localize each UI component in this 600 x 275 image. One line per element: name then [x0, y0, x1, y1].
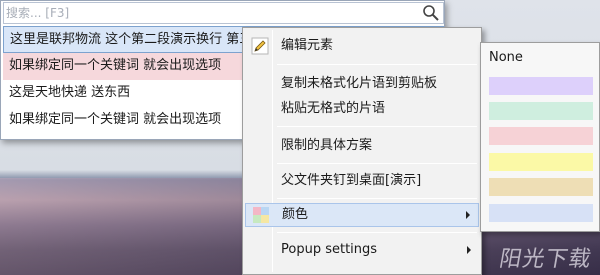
color-none-option[interactable]: None — [489, 50, 523, 65]
menu-separator — [277, 163, 477, 164]
menu-separator — [277, 126, 477, 127]
menu-item-copy-unformatted[interactable]: 复制未格式化片语到剪贴板 — [245, 72, 479, 96]
menu-item-popup-settings[interactable]: Popup settings — [245, 238, 479, 262]
watermark: 阳光下载 — [497, 247, 594, 272]
color-swatch-yellow[interactable] — [489, 153, 593, 171]
menu-item-edit[interactable]: 编辑元素 — [245, 34, 479, 58]
submenu-arrow-icon — [467, 246, 471, 254]
color-swatch-pink[interactable] — [489, 127, 593, 145]
menu-label-popup-settings: Popup settings — [281, 242, 378, 257]
menu-separator — [277, 232, 477, 233]
color-swatch-tan[interactable] — [489, 178, 593, 196]
context-menu: 编辑元素 复制未格式化片语到剪贴板 粘贴无格式的片语 限制的具体方案 父文件夹钉… — [242, 27, 482, 275]
menu-label-edit: 编辑元素 — [281, 38, 334, 53]
color-swatch-purple[interactable] — [489, 77, 593, 95]
menu-label-restrict-scheme: 限制的具体方案 — [281, 138, 373, 153]
menu-item-paste-plain[interactable]: 粘贴无格式的片语 — [245, 97, 479, 121]
menu-label-paste-plain: 粘贴无格式的片语 — [281, 101, 386, 116]
palette-icon — [253, 207, 269, 223]
color-swatch-green[interactable] — [489, 102, 593, 120]
color-submenu: None — [480, 42, 600, 232]
menu-item-pin-folder[interactable]: 父文件夹钉到桌面[演示] — [245, 169, 479, 193]
menu-separator — [277, 64, 477, 65]
search-input[interactable] — [6, 4, 406, 22]
color-swatch-blue[interactable] — [489, 204, 593, 222]
menu-label-pin-folder: 父文件夹钉到桌面[演示] — [281, 173, 422, 188]
menu-label-color: 颜色 — [282, 207, 309, 222]
menu-separator — [277, 198, 477, 199]
pencil-icon — [251, 37, 269, 55]
submenu-arrow-icon — [466, 211, 470, 219]
menu-item-restrict-scheme[interactable]: 限制的具体方案 — [245, 134, 479, 158]
menu-item-color[interactable]: 颜色 — [245, 203, 479, 227]
search-bar — [3, 2, 444, 24]
menu-label-copy-unformatted: 复制未格式化片语到剪贴板 — [281, 76, 438, 91]
search-icon[interactable] — [422, 4, 440, 22]
